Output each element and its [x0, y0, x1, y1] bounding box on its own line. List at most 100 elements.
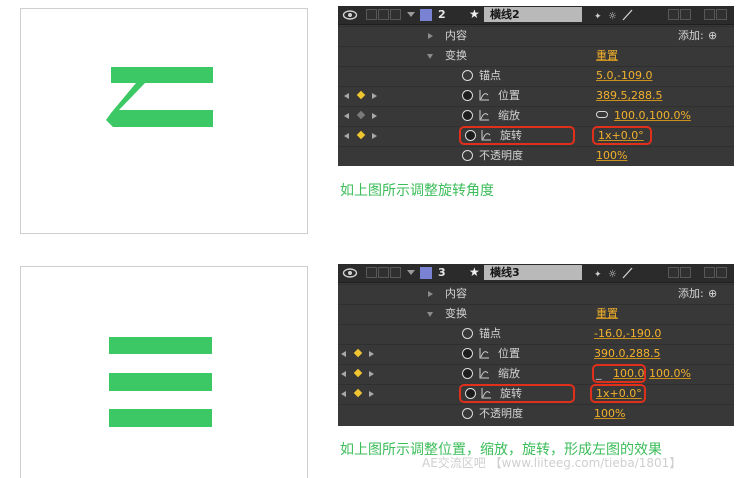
- constrain-proportions-icon[interactable]: [596, 111, 608, 118]
- preview-canvas-2: [20, 266, 308, 478]
- layer-name[interactable]: 横线3: [484, 265, 582, 280]
- position-row: 位置 390.0,288.5: [338, 344, 734, 363]
- lock-toggle[interactable]: [390, 9, 401, 20]
- layer-header: 2 ★ 横线2 ✦ ☼: [338, 6, 734, 25]
- prev-keyframe-icon[interactable]: [341, 371, 346, 377]
- content-row: 内容 添加: ⊕: [338, 284, 734, 303]
- add-menu-icon[interactable]: ⊕: [708, 27, 717, 45]
- bar-top: [109, 337, 212, 354]
- keyframe-diamond-icon[interactable]: [353, 388, 363, 398]
- graph-editor-icon[interactable]: [479, 348, 490, 359]
- scale-stopwatch-icon[interactable]: [462, 368, 473, 379]
- shape-layer-star-icon: ★: [469, 265, 480, 279]
- opacity-label: 不透明度: [479, 407, 523, 420]
- anchor-value[interactable]: -16.0,-190.0: [594, 325, 661, 343]
- keyframe-diamond-icon[interactable]: [353, 348, 363, 358]
- collapse-triangle-icon[interactable]: [407, 12, 415, 17]
- layer-header: 3 ★ 横线3 ✦ ☼: [338, 264, 734, 283]
- prev-keyframe-icon[interactable]: [341, 391, 346, 397]
- watermark: AE交流区吧 【www.liiteeg.com/tieba/1801】: [422, 456, 682, 470]
- anchor-stopwatch-icon[interactable]: [462, 328, 473, 339]
- prev-keyframe-icon[interactable]: [344, 133, 349, 139]
- reset-link[interactable]: 重置: [596, 47, 618, 65]
- layer-number: 3: [438, 266, 446, 279]
- scale-label: 缩放: [498, 109, 520, 122]
- content-label: 内容: [445, 287, 467, 300]
- layer-color-label[interactable]: [420, 9, 432, 21]
- content-label: 内容: [445, 29, 467, 42]
- switch-box-2[interactable]: [680, 267, 691, 278]
- scale-row: 缩放 _ 100.0 100.0%: [338, 364, 734, 383]
- scale-value-y[interactable]: 100.0%: [649, 365, 691, 383]
- next-keyframe-icon[interactable]: [372, 113, 377, 119]
- layer-switches-icon[interactable]: ✦ ☼: [594, 9, 636, 21]
- prev-keyframe-icon[interactable]: [344, 93, 349, 99]
- keyframe-diamond-icon[interactable]: [356, 110, 366, 120]
- layer-color-label[interactable]: [420, 267, 432, 279]
- switch-box-1[interactable]: [668, 267, 679, 278]
- position-stopwatch-icon[interactable]: [462, 90, 473, 101]
- eye-icon[interactable]: [342, 267, 358, 279]
- prev-keyframe-icon[interactable]: [341, 351, 346, 357]
- caption-1: 如上图所示调整旋转角度: [340, 183, 494, 199]
- switch-box-3[interactable]: [704, 9, 715, 20]
- add-label[interactable]: 添加:: [678, 27, 704, 45]
- graph-editor-icon[interactable]: [479, 90, 490, 101]
- rotation-label-highlight: [459, 126, 575, 145]
- graph-editor-icon[interactable]: [479, 110, 490, 121]
- graph-editor-icon[interactable]: [479, 368, 490, 379]
- next-keyframe-icon[interactable]: [369, 391, 374, 397]
- anchor-value[interactable]: 5.0,-109.0: [596, 67, 652, 85]
- switch-box-3[interactable]: [704, 267, 715, 278]
- opacity-value[interactable]: 100%: [594, 405, 625, 423]
- anchor-row: 锚点 5.0,-109.0: [338, 66, 734, 85]
- keyframe-diamond-icon[interactable]: [353, 368, 363, 378]
- audio-toggle[interactable]: [366, 9, 377, 20]
- expand-content-icon[interactable]: [428, 291, 433, 297]
- next-keyframe-icon[interactable]: [372, 133, 377, 139]
- switch-box-2[interactable]: [680, 9, 691, 20]
- eye-icon[interactable]: [342, 9, 358, 21]
- transform-label: 变换: [445, 49, 467, 62]
- scale-value-highlight: [592, 364, 646, 383]
- scale-row: 缩放 100.0,100.0%: [338, 106, 734, 125]
- switch-box-4[interactable]: [716, 9, 727, 20]
- position-label: 位置: [498, 347, 520, 360]
- bar-middle: [109, 373, 212, 391]
- expand-content-icon[interactable]: [428, 33, 433, 39]
- next-keyframe-icon[interactable]: [369, 351, 374, 357]
- anchor-label: 锚点: [479, 69, 501, 82]
- switch-box-1[interactable]: [668, 9, 679, 20]
- anchor-stopwatch-icon[interactable]: [462, 70, 473, 81]
- keyframe-diamond-icon[interactable]: [356, 90, 366, 100]
- layer-switches-icon[interactable]: ✦ ☼: [594, 267, 636, 279]
- position-value[interactable]: 389.5,288.5: [596, 87, 662, 105]
- scale-stopwatch-icon[interactable]: [462, 110, 473, 121]
- position-value[interactable]: 390.0,288.5: [594, 345, 660, 363]
- switch-box-4[interactable]: [716, 267, 727, 278]
- keyframe-diamond-icon[interactable]: [356, 130, 366, 140]
- add-label[interactable]: 添加:: [678, 285, 704, 303]
- next-keyframe-icon[interactable]: [369, 371, 374, 377]
- prev-keyframe-icon[interactable]: [344, 113, 349, 119]
- audio-toggle[interactable]: [366, 267, 377, 278]
- lock-toggle[interactable]: [390, 267, 401, 278]
- scale-value[interactable]: 100.0,100.0%: [614, 107, 691, 125]
- reset-link[interactable]: 重置: [596, 305, 618, 323]
- position-stopwatch-icon[interactable]: [462, 348, 473, 359]
- collapse-triangle-icon[interactable]: [407, 270, 415, 275]
- opacity-value[interactable]: 100%: [596, 147, 627, 165]
- opacity-stopwatch-icon[interactable]: [462, 408, 473, 419]
- collapse-transform-icon[interactable]: [427, 312, 433, 317]
- solo-toggle[interactable]: [378, 267, 389, 278]
- next-keyframe-icon[interactable]: [372, 93, 377, 99]
- scale-label: 缩放: [498, 367, 520, 380]
- add-menu-icon[interactable]: ⊕: [708, 285, 717, 303]
- layer-name[interactable]: 横线2: [484, 7, 582, 22]
- collapse-transform-icon[interactable]: [427, 54, 433, 59]
- solo-toggle[interactable]: [378, 9, 389, 20]
- anchor-row: 锚点 -16.0,-190.0: [338, 324, 734, 343]
- shape-layer-star-icon: ★: [469, 7, 480, 21]
- opacity-row: 不透明度 100%: [338, 404, 734, 423]
- opacity-stopwatch-icon[interactable]: [462, 150, 473, 161]
